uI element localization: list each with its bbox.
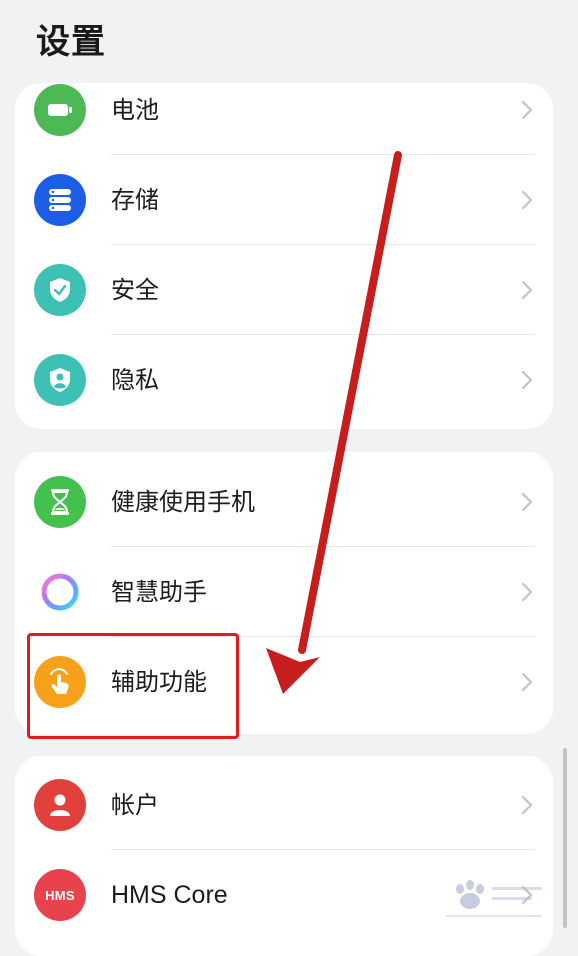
scrollbar[interactable] — [563, 748, 567, 928]
chevron-right-icon — [521, 795, 533, 815]
settings-row-accessibility[interactable]: 辅助功能 — [15, 637, 553, 727]
settings-row-account[interactable]: 帐户 — [15, 760, 553, 850]
hms-icon: HMS — [34, 869, 86, 921]
settings-row-hms-core[interactable]: HMS HMS Core — [15, 850, 553, 940]
storage-icon — [34, 174, 86, 226]
hms-icon-text: HMS — [45, 887, 75, 903]
chevron-right-icon — [521, 100, 533, 120]
chevron-right-icon — [521, 582, 533, 602]
chevron-right-icon — [521, 672, 533, 692]
settings-row-label: 帐户 — [111, 791, 159, 819]
settings-row-security[interactable]: 安全 — [15, 245, 553, 335]
settings-row-label: 电池 — [111, 96, 159, 124]
chevron-right-icon — [521, 370, 533, 390]
settings-row-storage[interactable]: 存储 — [15, 155, 553, 245]
settings-row-battery[interactable]: 电池 — [15, 83, 553, 155]
assistant-ring-icon — [34, 566, 86, 618]
security-shield-icon — [34, 264, 86, 316]
hourglass-icon — [34, 476, 86, 528]
chevron-right-icon — [521, 885, 533, 905]
settings-row-label: HMS Core — [111, 881, 228, 909]
settings-row-label: 存储 — [111, 186, 159, 214]
page-title: 设置 — [36, 22, 106, 62]
settings-row-label: 智慧助手 — [111, 578, 207, 606]
settings-row-label: 辅助功能 — [111, 668, 207, 696]
chevron-right-icon — [521, 190, 533, 210]
chevron-right-icon — [521, 492, 533, 512]
chevron-right-icon — [521, 280, 533, 300]
settings-group-accounts: 帐户 HMS HMS Core — [15, 756, 553, 956]
settings-row-label: 安全 — [111, 276, 159, 304]
hand-tap-icon — [34, 656, 86, 708]
account-icon — [34, 779, 86, 831]
settings-row-privacy[interactable]: 隐私 — [15, 335, 553, 425]
battery-icon — [34, 84, 86, 136]
settings-group-wellbeing: 健康使用手机 智慧助手 辅助功能 — [15, 452, 553, 734]
privacy-shield-icon — [34, 354, 86, 406]
settings-row-smart-assistant[interactable]: 智慧助手 — [15, 547, 553, 637]
settings-row-label: 健康使用手机 — [111, 488, 255, 516]
settings-row-label: 隐私 — [111, 366, 159, 394]
settings-group-device: 电池 存储 安全 隐私 — [15, 83, 553, 429]
settings-row-digital-balance[interactable]: 健康使用手机 — [15, 457, 553, 547]
